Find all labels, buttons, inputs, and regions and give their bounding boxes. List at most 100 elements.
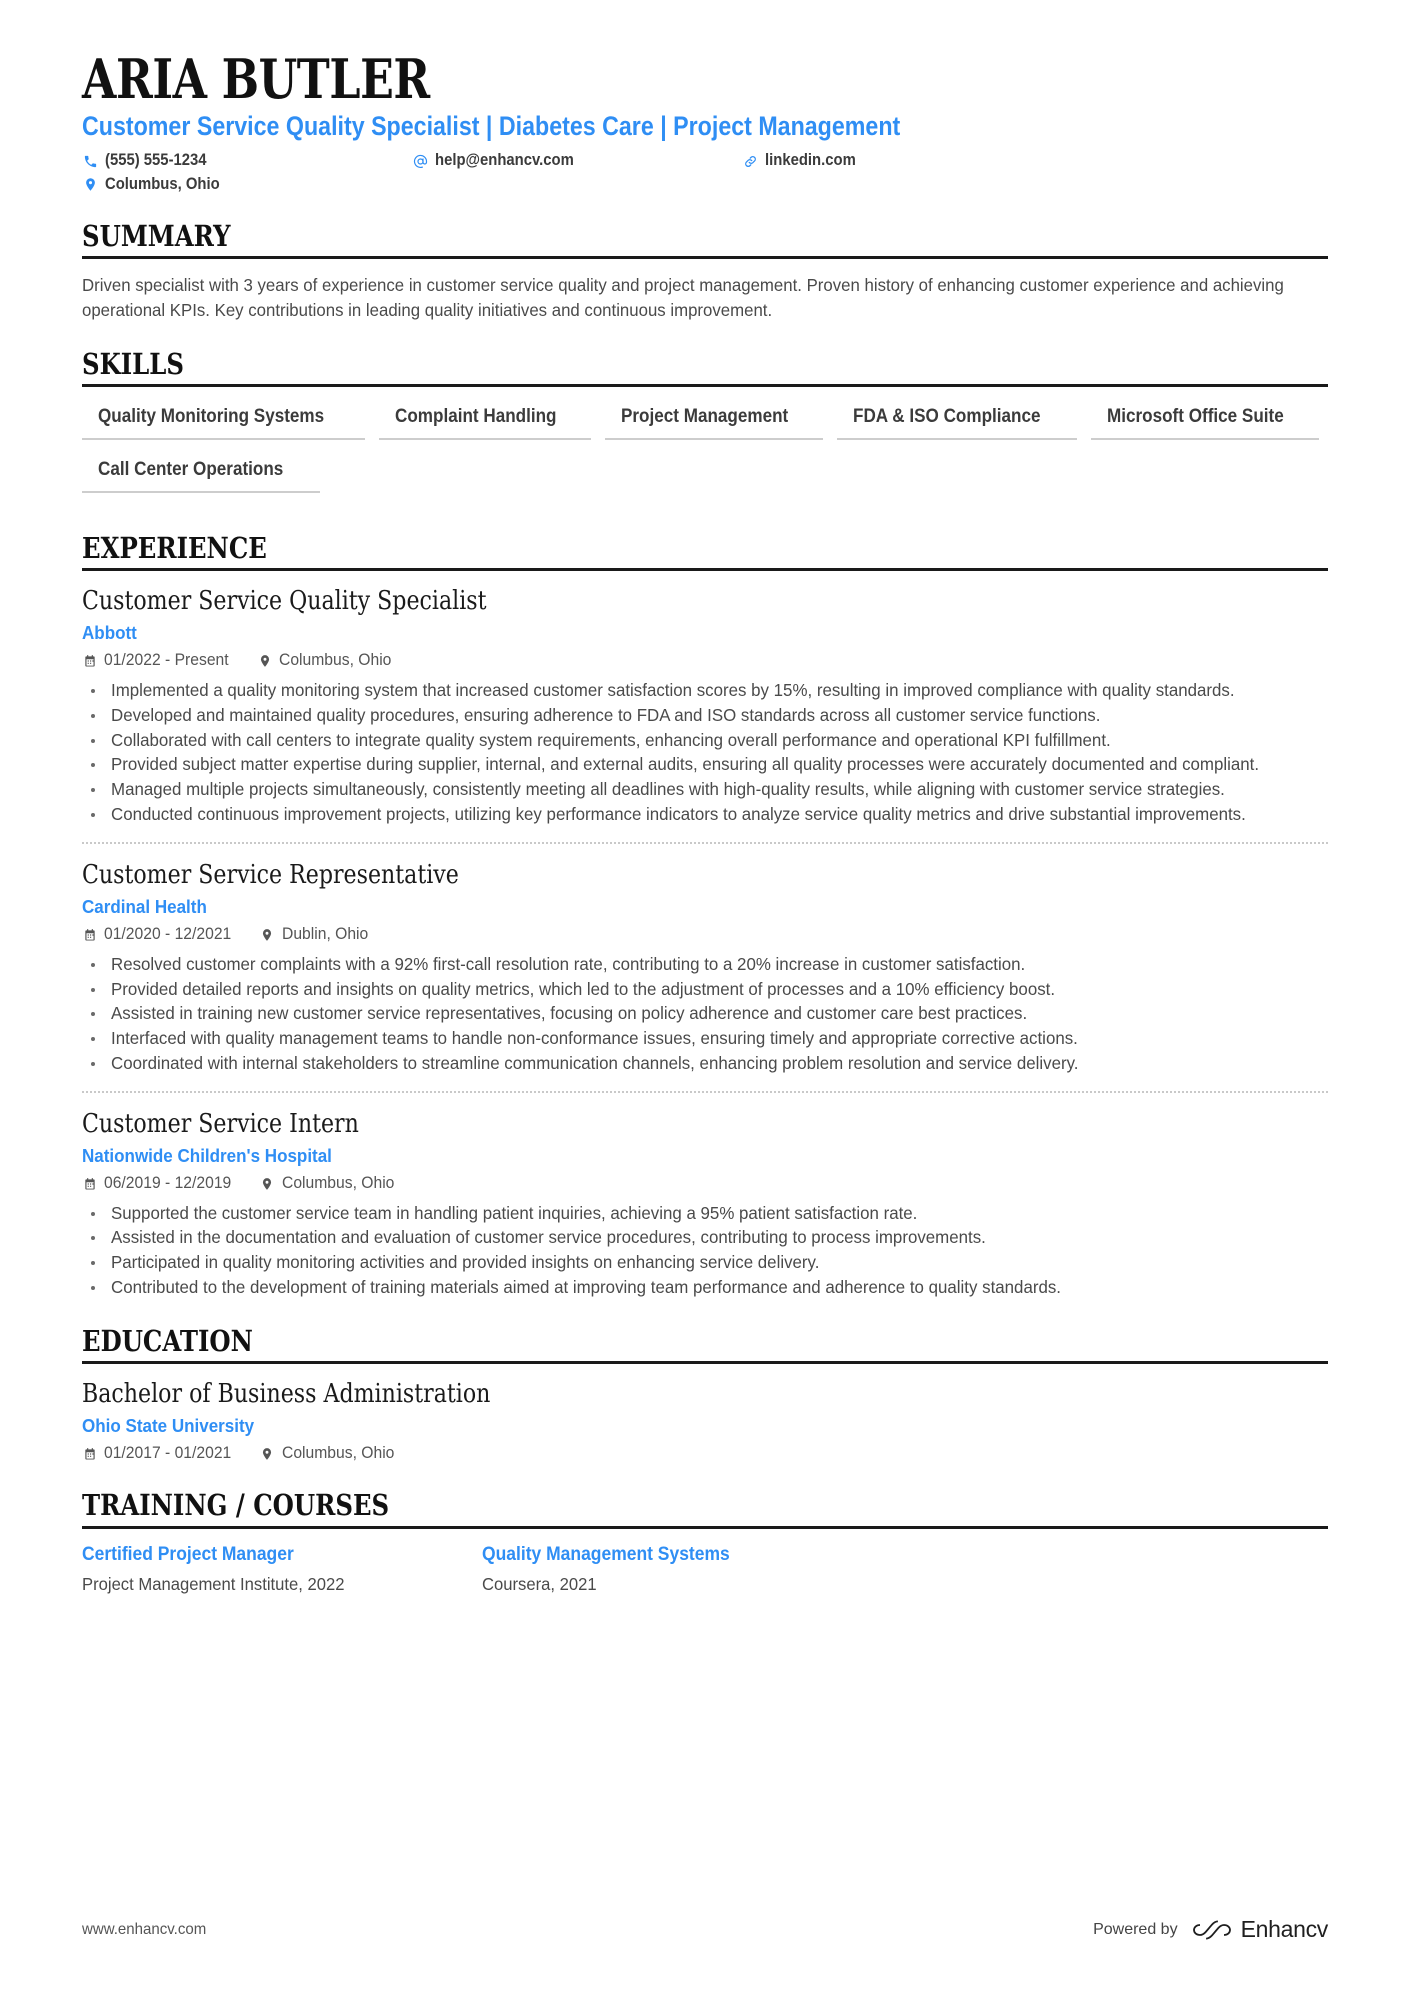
list-item: Conducted continuous improvement project… (82, 803, 1328, 827)
entry-meta: 01/2022 - Present Columbus, Ohio (82, 651, 1328, 671)
skill-item: Call Center Operations (82, 454, 320, 493)
list-item: Supported the customer service team in h… (82, 1202, 1328, 1226)
date-range: 01/2020 - 12/2021 (82, 925, 238, 945)
job-location: Columbus, Ohio (260, 1174, 400, 1194)
bullet-text: Collaborated with call centers to integr… (111, 729, 1111, 750)
section-title-experience: EXPERIENCE (82, 530, 267, 565)
list-item: Assisted in training new customer servic… (82, 1002, 1328, 1026)
date-range: 01/2017 - 01/2021 (82, 1444, 238, 1464)
contact-row-primary: (555) 555-1234 help@enhancv.com linkedin… (82, 151, 1328, 171)
contact-linkedin[interactable]: linkedin.com (742, 151, 866, 171)
bullet-text: Interfaced with quality management teams… (111, 1028, 1078, 1049)
bullet-text: Resolved customer complaints with a 92% … (111, 953, 1026, 974)
bullet-text: Conducted continuous improvement project… (111, 804, 1246, 825)
section-divider (82, 1525, 1328, 1529)
enhancv-mark-icon (1192, 1920, 1231, 1939)
enhancv-logo[interactable]: Enhancv (1192, 1916, 1328, 1943)
company-name[interactable]: Cardinal Health (82, 896, 1228, 918)
job-title: Customer Service Representative (82, 859, 459, 890)
job-title: Customer Service Quality Specialist (82, 586, 487, 617)
date-range-label: 01/2022 - Present (104, 651, 229, 670)
enhancv-wordmark: Enhancv (1240, 1916, 1329, 1942)
skill-label: Microsoft Office Suite (1106, 406, 1284, 428)
company-name[interactable]: Nationwide Children's Hospital (82, 1145, 1228, 1167)
school-location: Columbus, Ohio (260, 1444, 400, 1464)
list-item: Participated in quality monitoring activ… (82, 1251, 1328, 1275)
responsibility-list: Resolved customer complaints with a 92% … (82, 953, 1328, 1076)
responsibility-list: Supported the customer service team in h… (82, 1202, 1328, 1300)
skill-label: Complaint Handling (395, 406, 557, 428)
list-item: Assisted in the documentation and evalua… (82, 1226, 1328, 1250)
contact-row-secondary: Columbus, Ohio (82, 175, 1328, 195)
skill-item: FDA & ISO Compliance (836, 401, 1077, 441)
footer-branding: Powered by Enhancv (1093, 1916, 1328, 1943)
responsibility-list: Implemented a quality monitoring system … (82, 679, 1328, 827)
experience-entry: Customer Service Quality Specialist Abbo… (82, 585, 1328, 827)
section-title-training: TRAINING / COURSES (82, 1488, 390, 1523)
skill-label: Call Center Operations (98, 459, 284, 481)
course-item: Certified Project Manager Project Manage… (82, 1543, 482, 1597)
calendar-icon (82, 1447, 97, 1462)
skill-item: Quality Monitoring Systems (82, 401, 366, 441)
bullet-text: Contributed to the development of traini… (111, 1277, 1061, 1297)
skill-label: Quality Monitoring Systems (98, 406, 325, 428)
bullet-text: Assisted in training new customer servic… (111, 1003, 1028, 1024)
bullet-text: Developed and maintained quality procedu… (111, 704, 1101, 725)
bullet-text: Supported the customer service team in h… (111, 1202, 918, 1223)
section-education: EDUCATION Bachelor of Business Administr… (82, 1325, 1328, 1464)
course-name[interactable]: Certified Project Manager (82, 1543, 450, 1567)
school-name[interactable]: Ohio State University (82, 1415, 1228, 1437)
contact-linkedin-label: linkedin.com (765, 151, 856, 170)
candidate-headline: Customer Service Quality Specialist | Di… (82, 111, 901, 142)
section-divider (82, 1361, 1328, 1365)
section-experience: EXPERIENCE Customer Service Quality Spec… (82, 530, 1328, 1300)
job-location-label: Columbus, Ohio (279, 651, 392, 670)
list-item: Interfaced with quality management teams… (82, 1027, 1328, 1051)
company-name[interactable]: Abbott (82, 622, 1228, 644)
resume-header: ARIA BUTLER Customer Service Quality Spe… (82, 51, 1328, 195)
contact-phone-label: (555) 555-1234 (105, 151, 207, 170)
list-item: Contributed to the development of traini… (82, 1276, 1328, 1300)
date-range: 06/2019 - 12/2019 (82, 1174, 238, 1194)
experience-entry: Customer Service Representative Cardinal… (82, 841, 1328, 1076)
course-provider: Project Management Institute, 2022 (82, 1574, 345, 1595)
bullet-text: Provided subject matter expertise during… (111, 754, 1260, 775)
bullet-text: Provided detailed reports and insights o… (111, 978, 1056, 999)
footer-url[interactable]: www.enhancv.com (82, 1921, 206, 1939)
skill-item: Project Management (604, 401, 823, 441)
map-pin-icon (260, 927, 275, 942)
education-entry: Bachelor of Business Administration Ohio… (82, 1378, 1328, 1464)
list-item: Resolved customer complaints with a 92% … (82, 953, 1328, 977)
bullet-text: Coordinated with internal stakeholders t… (111, 1052, 1079, 1073)
entry-meta: 01/2020 - 12/2021 Dublin, Ohio (82, 925, 1328, 945)
contact-details: (555) 555-1234 help@enhancv.com linkedin… (82, 151, 1328, 195)
job-location-label: Columbus, Ohio (281, 1173, 395, 1192)
bullet-text: Implemented a quality monitoring system … (111, 680, 1235, 701)
skill-item: Microsoft Office Suite (1090, 401, 1320, 441)
section-skills: SKILLS Quality Monitoring Systems Compla… (82, 348, 1328, 507)
list-item: Provided subject matter expertise during… (82, 753, 1328, 777)
job-location: Dublin, Ohio (260, 925, 373, 945)
section-title-summary: SUMMARY (82, 218, 231, 253)
entry-meta: 01/2017 - 01/2021 Columbus, Ohio (82, 1444, 1328, 1464)
date-range-label: 01/2017 - 01/2021 (104, 1444, 232, 1463)
page-footer: www.enhancv.com Powered by Enhancv (82, 1916, 1328, 1943)
course-name[interactable]: Quality Management Systems (482, 1543, 850, 1567)
contact-email[interactable]: help@enhancv.com (412, 151, 742, 171)
contact-phone[interactable]: (555) 555-1234 (82, 151, 412, 171)
resume-page: ARIA BUTLER Customer Service Quality Spe… (0, 0, 1410, 1995)
bullet-text: Assisted in the documentation and evalua… (111, 1227, 986, 1248)
phone-icon (82, 153, 98, 169)
map-pin-icon (260, 1176, 275, 1191)
section-divider (82, 568, 1328, 572)
section-divider (82, 256, 1328, 260)
skills-list: Quality Monitoring Systems Complaint Han… (82, 401, 1328, 507)
list-item: Implemented a quality monitoring system … (82, 679, 1328, 703)
list-item: Coordinated with internal stakeholders t… (82, 1052, 1328, 1076)
skill-item: Complaint Handling (379, 401, 591, 441)
skill-label: Project Management (620, 406, 788, 428)
course-item: Quality Management Systems Coursera, 202… (482, 1543, 882, 1597)
list-item: Collaborated with call centers to integr… (82, 729, 1328, 753)
map-pin-icon (257, 654, 272, 669)
list-item: Developed and maintained quality procedu… (82, 704, 1328, 728)
